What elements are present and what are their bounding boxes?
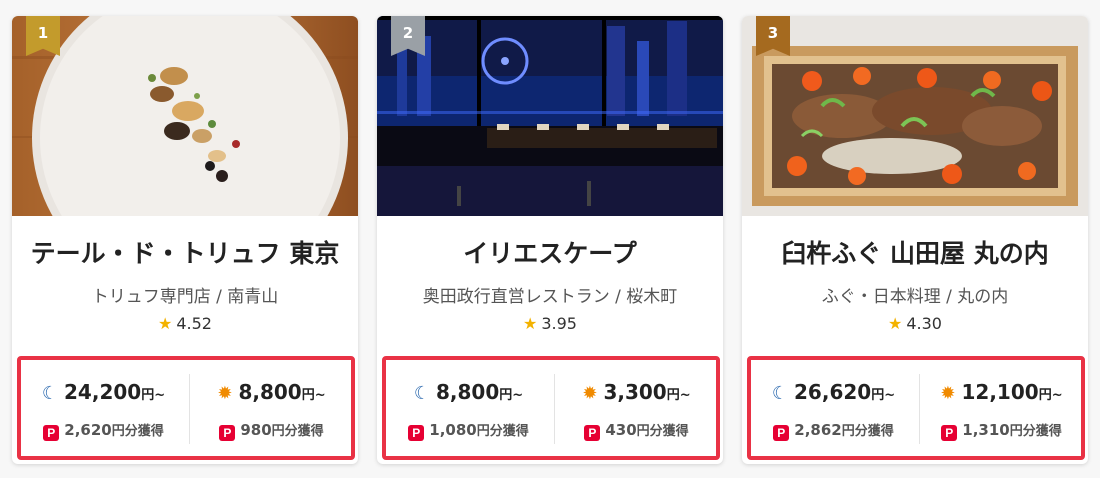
points-unit: 円分獲得 <box>636 424 689 439</box>
points-unit: 円分獲得 <box>1009 424 1062 439</box>
restaurant-rating: ★ 4.52 <box>12 314 358 333</box>
dinner-price-section: ☾ 26,620円~ P 2,862円分獲得 <box>751 360 916 456</box>
dinner-price: ☾ 24,200円~ <box>21 380 186 404</box>
price-unit: 円~ <box>499 388 524 403</box>
lunch-points-value: 430 <box>605 421 637 439</box>
dinner-price-section: ☾ 8,800円~ P 1,080円分獲得 <box>386 360 551 456</box>
restaurant-name[interactable]: テール・ド・トリュフ 東京 <box>12 234 358 270</box>
lunch-points: P 1,310円分獲得 <box>919 420 1084 441</box>
dinner-points-value: 2,862 <box>794 421 842 439</box>
restaurant-genre-area: ふぐ・日本料理 / 丸の内 <box>821 287 1009 307</box>
points-unit: 円分獲得 <box>111 424 164 439</box>
restaurant-genre-area: 奥田政行直営レストラン / 桜木町 <box>422 287 678 307</box>
dinner-points: P 2,862円分獲得 <box>751 420 916 441</box>
dinner-points: P 2,620円分獲得 <box>21 420 186 441</box>
star-icon: ★ <box>888 314 903 333</box>
lunch-points: P 980円分獲得 <box>189 420 354 441</box>
price-unit: 円~ <box>1038 388 1063 403</box>
moon-icon: ☾ <box>771 383 789 404</box>
points-unit: 円分獲得 <box>476 424 529 439</box>
paypay-icon: P <box>43 425 60 441</box>
price-box: ☾ 26,620円~ P 2,862円分獲得 ✹ 12,100円~ P 1,310円分獲… <box>747 356 1085 460</box>
paypay-icon: P <box>773 425 790 441</box>
dinner-points-value: 1,080 <box>429 421 477 439</box>
price-box: ☾ 8,800円~ P 1,080円分獲得 ✹ 3,300円~ P 430円分獲得 <box>382 356 720 460</box>
rating-value: 4.30 <box>906 314 942 333</box>
paypay-icon: P <box>219 425 236 441</box>
lunch-points-value: 1,310 <box>962 421 1010 439</box>
restaurant-photo[interactable]: 2 <box>377 16 723 216</box>
restaurant-name[interactable]: イリエスケープ <box>377 234 723 270</box>
lunch-price-value: 12,100 <box>961 380 1039 404</box>
rating-value: 4.52 <box>176 314 212 333</box>
star-icon: ★ <box>523 314 538 333</box>
price-unit: 円~ <box>871 388 896 403</box>
restaurant-photo[interactable]: 1 <box>12 16 358 216</box>
lunch-price-value: 3,300 <box>603 380 667 404</box>
price-unit: 円~ <box>666 388 691 403</box>
price-unit: 円~ <box>301 388 326 403</box>
restaurant-genre-area: トリュフ専門店 / 南青山 <box>91 287 279 307</box>
restaurant-card-2[interactable]: 2 イリエスケープ 奥田政行直営レストラン / 桜木町 ★ 3.95 ☾ 8,800… <box>377 16 723 464</box>
sun-icon: ✹ <box>940 383 956 404</box>
dinner-price-value: 26,620 <box>794 380 872 404</box>
lunch-price-value: 8,800 <box>238 380 302 404</box>
lunch-price: ✹ 12,100円~ <box>919 380 1084 404</box>
sun-icon: ✹ <box>582 383 598 404</box>
lunch-price-section: ✹ 8,800円~ P 980円分獲得 <box>189 360 354 456</box>
lunch-price-section: ✹ 3,300円~ P 430円分獲得 <box>554 360 719 456</box>
lunch-price-section: ✹ 12,100円~ P 1,310円分獲得 <box>919 360 1084 456</box>
lunch-price: ✹ 8,800円~ <box>189 380 354 404</box>
lunch-points-value: 980 <box>240 421 272 439</box>
dinner-price: ☾ 26,620円~ <box>751 380 916 404</box>
restaurant-ranking-row: 1 テール・ド・トリュフ 東京 トリュフ専門店 / 南青山 ★ 4.52 ☾ 24,… <box>0 0 1100 478</box>
star-icon: ★ <box>158 314 173 333</box>
sun-icon: ✹ <box>217 383 233 404</box>
price-unit: 円~ <box>141 388 166 403</box>
restaurant-rating: ★ 3.95 <box>377 314 723 333</box>
dinner-price: ☾ 8,800円~ <box>386 380 551 404</box>
restaurant-photo[interactable]: 3 <box>742 16 1088 216</box>
paypay-icon: P <box>584 425 601 441</box>
points-unit: 円分獲得 <box>271 424 324 439</box>
restaurant-rating: ★ 4.30 <box>742 314 1088 333</box>
moon-icon: ☾ <box>413 383 430 404</box>
price-box: ☾ 24,200円~ P 2,620円分獲得 ✹ 8,800円~ P 980円分獲得 <box>17 356 355 460</box>
moon-icon: ☾ <box>41 383 59 404</box>
paypay-icon: P <box>941 425 958 441</box>
points-unit: 円分獲得 <box>841 424 894 439</box>
lunch-price: ✹ 3,300円~ <box>554 380 719 404</box>
dinner-points-value: 2,620 <box>64 421 112 439</box>
dinner-points: P 1,080円分獲得 <box>386 420 551 441</box>
restaurant-card-1[interactable]: 1 テール・ド・トリュフ 東京 トリュフ専門店 / 南青山 ★ 4.52 ☾ 24,… <box>12 16 358 464</box>
dinner-price-value: 24,200 <box>64 380 142 404</box>
lunch-points: P 430円分獲得 <box>554 420 719 441</box>
dinner-price-value: 8,800 <box>435 380 500 404</box>
paypay-icon: P <box>408 425 425 441</box>
restaurant-name[interactable]: 臼杵ふぐ 山田屋 丸の内 <box>742 234 1088 270</box>
dinner-price-section: ☾ 24,200円~ P 2,620円分獲得 <box>21 360 186 456</box>
restaurant-card-3[interactable]: 3 臼杵ふぐ 山田屋 丸の内 ふぐ・日本料理 / 丸の内 ★ 4.30 ☾ 26,6… <box>742 16 1088 464</box>
rating-value: 3.95 <box>541 314 577 333</box>
